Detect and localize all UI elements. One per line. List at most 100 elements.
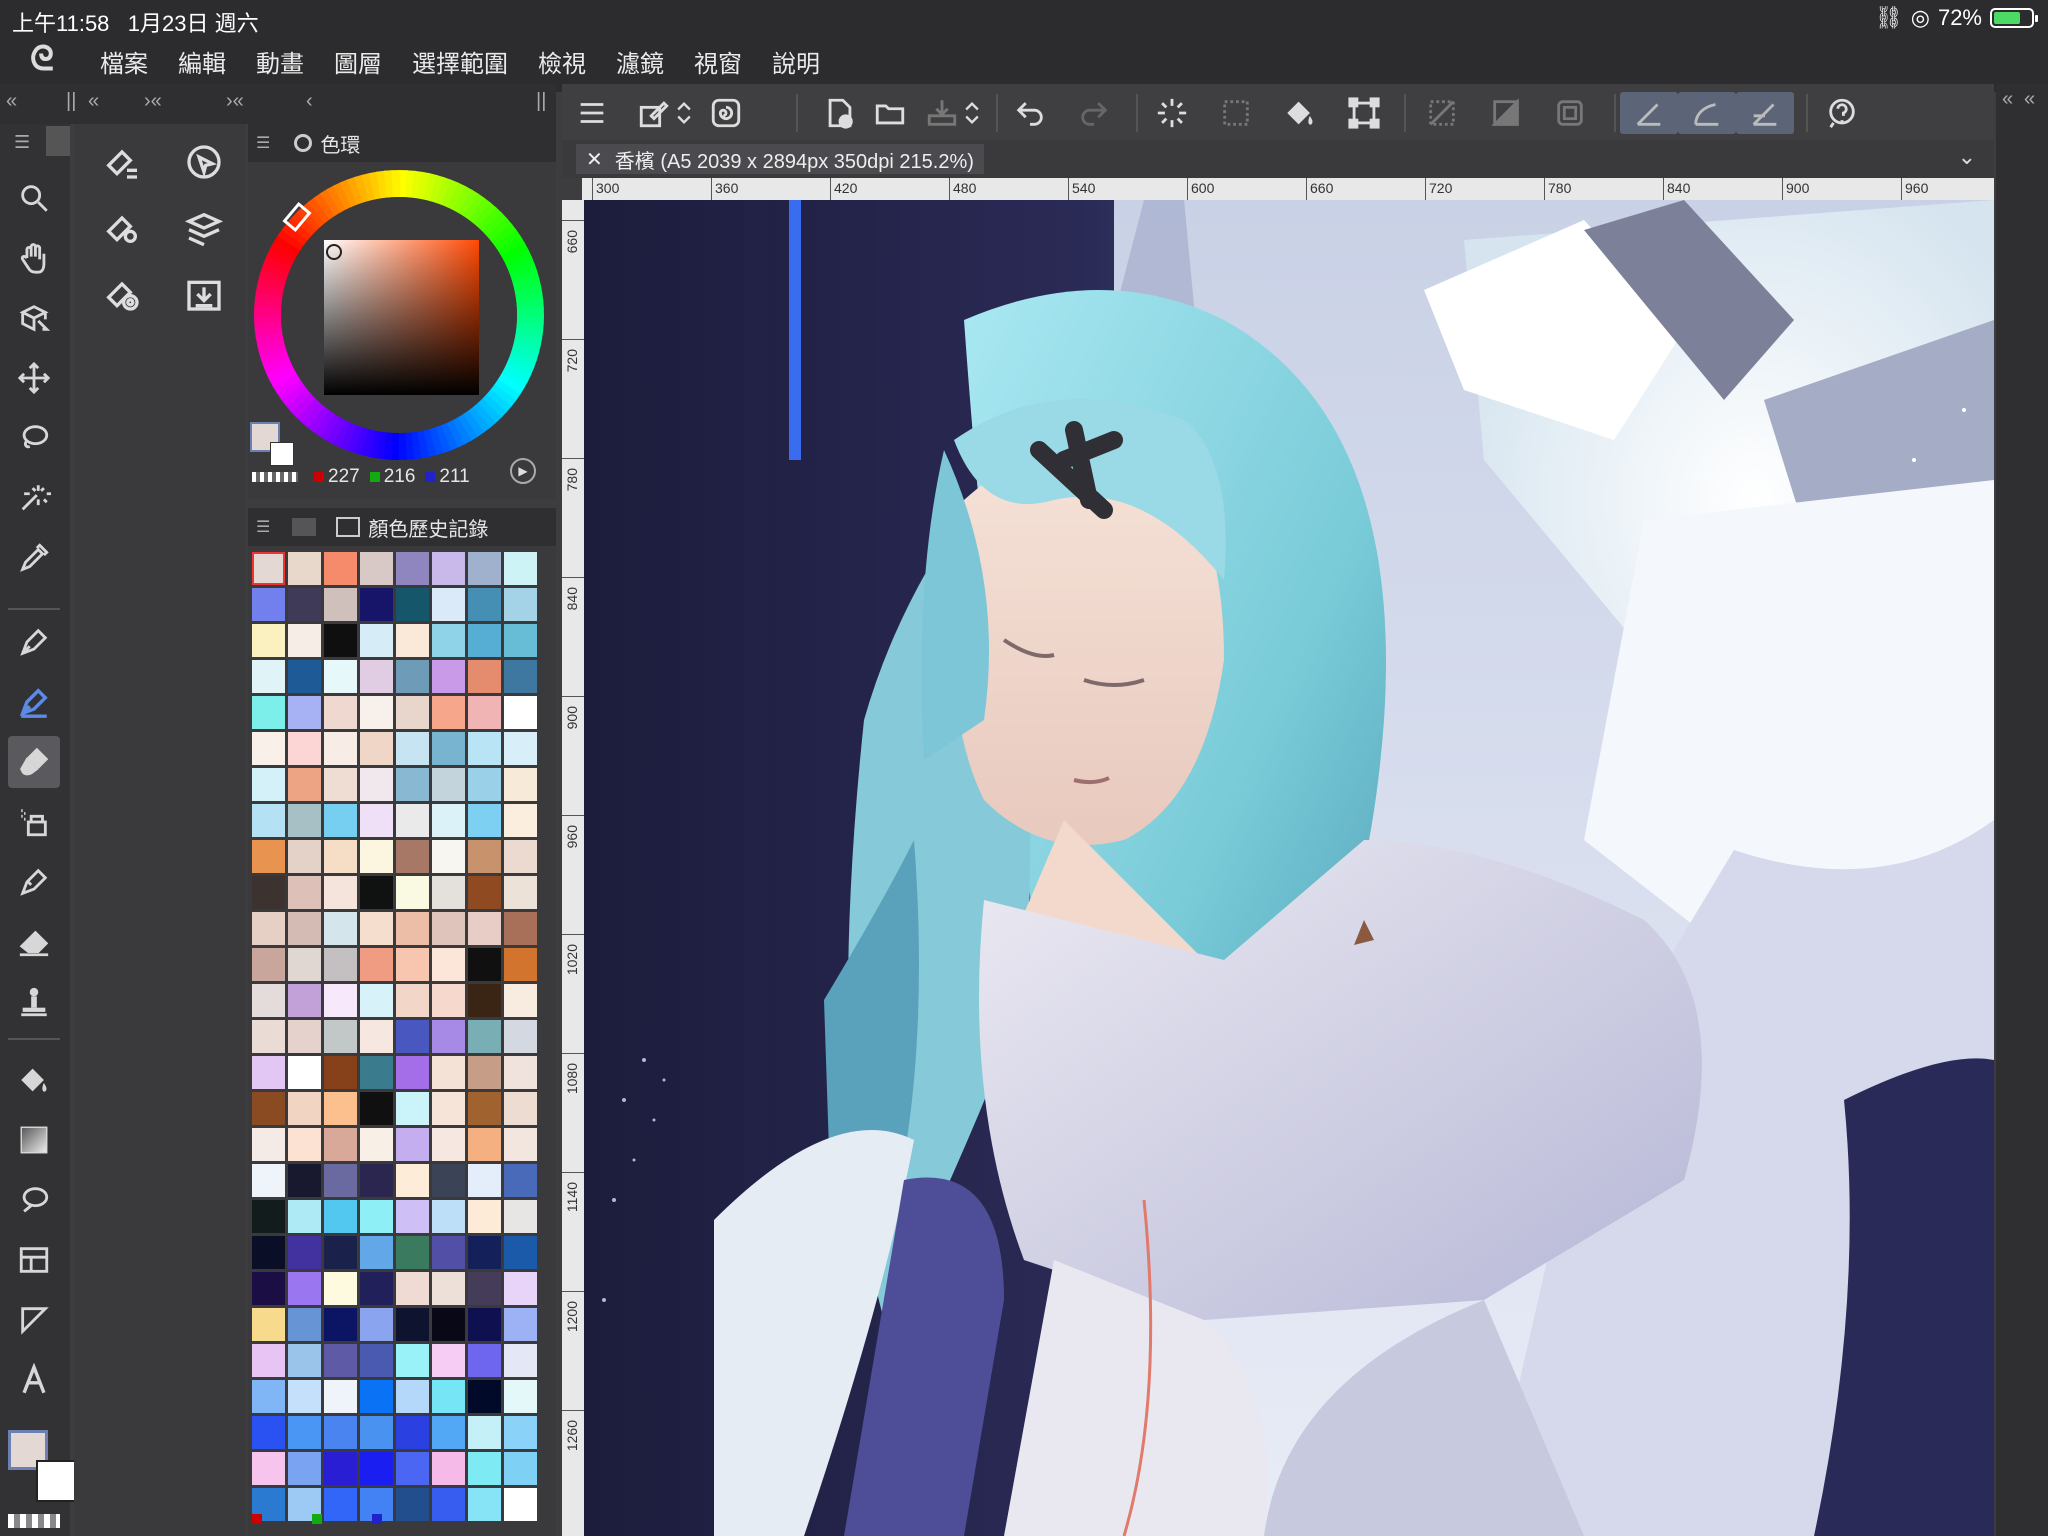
color-history-swatch[interactable] [504,768,537,801]
color-history-swatch[interactable] [324,1416,357,1449]
color-history-swatch[interactable] [504,1164,537,1197]
color-history-swatch[interactable] [252,696,285,729]
color-history-swatch[interactable] [288,1452,321,1485]
color-history-swatch[interactable] [396,876,429,909]
transform-icon[interactable] [1340,92,1388,134]
color-history-swatch[interactable] [432,840,465,873]
color-history-swatch[interactable] [432,1236,465,1269]
color-history-swatch[interactable] [252,1452,285,1485]
undo-icon[interactable] [1006,92,1054,134]
color-history-swatch[interactable] [432,768,465,801]
move-tool-icon[interactable] [8,352,60,404]
color-history-swatch[interactable] [504,984,537,1017]
color-history-swatch[interactable] [432,1056,465,1089]
text-tool-icon[interactable] [8,1354,60,1406]
color-history-swatch[interactable] [252,624,285,657]
color-history-swatch[interactable] [396,1344,429,1377]
color-history-swatch[interactable] [432,1416,465,1449]
decoration-tool-icon[interactable] [8,856,60,908]
color-history-swatch[interactable] [360,1056,393,1089]
color-history-swatch[interactable] [324,876,357,909]
color-history-swatch[interactable] [324,1056,357,1089]
color-history-swatch[interactable] [504,552,537,585]
wheel-sub-color[interactable] [270,442,294,466]
color-history-swatch[interactable] [504,1344,537,1377]
color-history-swatch[interactable] [360,696,393,729]
color-history-swatch[interactable] [252,1164,285,1197]
document-tab[interactable]: ✕ 香檳 (A5 2039 x 2894px 350dpi 215.2%) [576,144,984,174]
color-history-swatch[interactable] [396,804,429,837]
color-history-swatch[interactable] [432,588,465,621]
color-history-swatch[interactable] [396,552,429,585]
fill-bucket-icon[interactable] [1276,92,1324,134]
color-history-swatch[interactable] [396,1200,429,1233]
color-history-swatch[interactable] [396,1488,429,1521]
color-history-swatch[interactable] [324,1380,357,1413]
color-history-swatch[interactable] [396,624,429,657]
color-history-swatch[interactable] [324,732,357,765]
chevron-down-icon[interactable]: ⌄ [1958,144,1976,170]
color-history-swatch[interactable] [288,912,321,945]
color-history-swatch[interactable] [288,1056,321,1089]
color-history-swatch[interactable] [288,1164,321,1197]
collapse-panel-icon[interactable]: ‹ [306,90,313,113]
menu-item[interactable]: 說明 [772,44,820,79]
color-history-swatch[interactable] [324,984,357,1017]
color-history-swatch[interactable] [360,732,393,765]
color-history-swatch[interactable] [396,1128,429,1161]
color-history-swatch[interactable] [288,804,321,837]
color-history-swatch[interactable] [324,1128,357,1161]
collapse-tool-icon[interactable]: « [88,90,99,113]
color-history-swatch[interactable] [396,1416,429,1449]
color-history-swatch[interactable] [396,948,429,981]
color-history-swatch[interactable] [252,1308,285,1341]
color-history-swatch[interactable] [432,1344,465,1377]
color-history-swatch[interactable] [504,696,537,729]
color-history-swatch[interactable] [252,804,285,837]
color-history-swatch[interactable] [252,1092,285,1125]
color-history-swatch[interactable] [396,1272,429,1305]
color-history-swatch[interactable] [432,804,465,837]
close-icon[interactable]: ✕ [586,147,603,172]
color-history-swatch[interactable] [288,1200,321,1233]
color-history-swatch[interactable] [360,588,393,621]
color-history-swatch[interactable] [396,1380,429,1413]
film-tab-icon[interactable] [336,517,361,537]
color-history-swatch[interactable] [396,768,429,801]
expand-tool-icon[interactable]: ›« [144,90,162,113]
color-history-swatch[interactable] [252,588,285,621]
color-history-swatch[interactable] [360,624,393,657]
color-history-swatch[interactable] [252,1416,285,1449]
menu-item[interactable]: 編輯 [178,44,226,79]
crop-icon[interactable] [1546,92,1594,134]
color-history-swatch[interactable] [468,876,501,909]
color-history-swatch[interactable] [432,624,465,657]
color-wheel-tab-icon[interactable] [294,134,313,152]
color-history-swatch[interactable] [432,876,465,909]
menu-item[interactable]: 選擇範圍 [412,44,508,79]
color-history-swatch[interactable] [432,984,465,1017]
color-history-swatch[interactable] [288,552,321,585]
color-history-swatch[interactable] [468,1380,501,1413]
transparent-color-swatch[interactable] [8,1514,60,1528]
color-history-swatch[interactable] [324,1236,357,1269]
app-logo-icon[interactable]: ᘓ [30,40,54,79]
balloon-tool-icon[interactable] [8,1294,60,1346]
color-history-swatch[interactable] [324,1272,357,1305]
color-history-swatch[interactable] [468,1416,501,1449]
color-history-swatch[interactable] [324,1344,357,1377]
color-history-swatch[interactable] [468,1308,501,1341]
brush-tool-icon[interactable] [8,736,60,788]
color-history-swatch[interactable] [252,1236,285,1269]
menu-icon[interactable]: ☰ [14,132,30,153]
snap-ruler-icon[interactable] [1620,92,1678,134]
pen-tool-icon[interactable] [8,616,60,668]
color-history-swatch[interactable] [432,948,465,981]
color-history-swatch[interactable] [360,1272,393,1305]
color-history-swatch[interactable] [252,1020,285,1053]
color-history-swatch[interactable] [432,552,465,585]
color-history-swatch[interactable] [504,1020,537,1053]
color-history-swatch[interactable] [252,840,285,873]
color-history-swatch[interactable] [468,804,501,837]
color-history-swatch[interactable] [396,1164,429,1197]
